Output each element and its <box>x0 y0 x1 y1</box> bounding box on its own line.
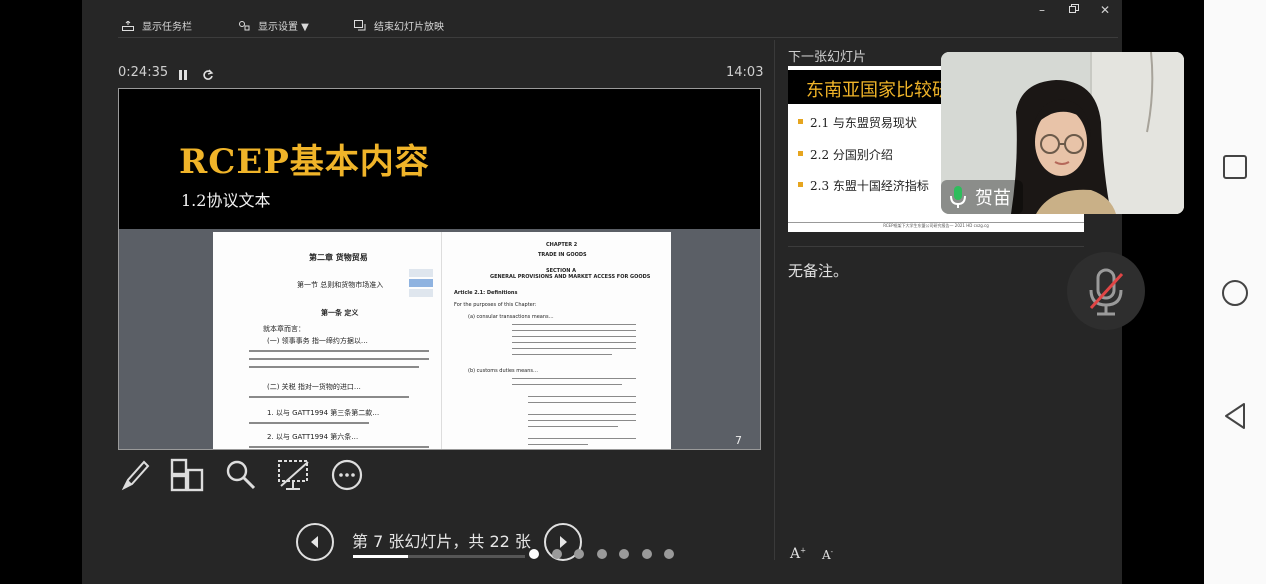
speaker-notes: 无备注。 <box>788 262 849 280</box>
slide-number: 7 <box>735 434 742 447</box>
minimize-button[interactable]: – <box>1034 3 1050 17</box>
grid-icon[interactable] <box>170 458 204 496</box>
next-slide-bullet: 2.3 东盟十国经济指标 <box>798 179 929 193</box>
close-button[interactable]: ✕ <box>1097 3 1113 17</box>
magnifier-icon[interactable] <box>224 458 258 496</box>
restore-icon <box>1069 4 1079 13</box>
more-icon[interactable] <box>330 458 364 496</box>
recent-apps-icon[interactable] <box>1222 154 1248 184</box>
show-taskbar-label: 显示任务栏 <box>142 22 192 33</box>
doc-section-title-en: GENERAL PROVISIONS AND MARKET ACCESS FOR… <box>490 274 651 280</box>
doc-chapter-zh: 第二章 货物贸易 <box>309 253 368 262</box>
doc-intro-en: For the purposes of this Chapter: <box>454 302 537 308</box>
display-settings-button[interactable]: 显示设置 ▼ <box>238 18 309 33</box>
home-icon[interactable] <box>1221 279 1249 311</box>
doc-article-zh: 第一条 定义 <box>321 309 359 317</box>
slide-progress-fill <box>353 555 409 558</box>
panel-divider <box>774 40 775 560</box>
pen-icon[interactable] <box>120 458 150 496</box>
page-dot[interactable] <box>664 549 674 559</box>
doc-mini-toolbar <box>409 269 433 299</box>
notes-divider <box>788 246 1084 247</box>
previous-slide-button[interactable] <box>296 523 334 561</box>
doc-item-a-en: (a) consular transactions means… <box>468 314 554 320</box>
page-dot[interactable] <box>529 549 539 559</box>
doc-article-en: Article 2.1: Definitions <box>454 290 518 296</box>
screen-slash-icon[interactable] <box>276 458 312 496</box>
current-time: 14:03 <box>726 65 764 80</box>
end-show-icon <box>354 20 366 31</box>
doc-item3-zh: 1. 以与 GATT1994 第三条第二款… <box>267 409 380 417</box>
doc-item1-zh: (一) 领事事务 指一缔约方据以… <box>267 337 368 345</box>
slide-progress-bar <box>353 555 525 558</box>
next-slide-bullet: 2.2 分国别介绍 <box>798 148 893 162</box>
document-page-chinese: 第二章 货物贸易 第一节 总则和货物市场准入 第一条 定义 就本章而言： (一)… <box>213 232 441 449</box>
next-slide-bullet: 2.1 与东盟贸易现状 <box>798 116 917 130</box>
doc-item-b-en: (b) customs duties means… <box>468 368 539 374</box>
next-slide-label: 下一张幻灯片 <box>788 50 867 65</box>
taskbar-icon <box>122 20 134 31</box>
mute-microphone-button[interactable] <box>1067 252 1145 330</box>
slide-document-image: 第二章 货物贸易 第一节 总则和货物市场准入 第一条 定义 就本章而言： (一)… <box>119 229 760 449</box>
document-page-english: CHAPTER 2 TRADE IN GOODS SECTION A GENER… <box>441 232 671 449</box>
doc-chapter-en: CHAPTER 2 <box>546 242 578 248</box>
end-slideshow-button[interactable]: 结束幻灯片放映 <box>354 18 444 33</box>
doc-item4-zh: 2. 以与 GATT1994 第六条… <box>267 433 359 441</box>
microphone-muted-icon <box>1089 268 1124 316</box>
left-letterbox <box>0 0 82 584</box>
settings-icon <box>238 20 250 31</box>
pause-timer-icon[interactable] <box>178 66 188 85</box>
restore-button[interactable] <box>1066 4 1082 17</box>
page-dot[interactable] <box>619 549 629 559</box>
slide-counter: 第 7 张幻灯片，共 22 张 <box>352 532 531 551</box>
page-dot[interactable] <box>551 549 562 559</box>
elapsed-timer: 0:24:35 <box>118 65 169 80</box>
doc-intro-zh: 就本章而言： <box>263 325 305 333</box>
android-navigation-bar <box>1204 0 1266 584</box>
participant-name: 贺苗 <box>975 188 1011 209</box>
restart-timer-icon[interactable] <box>202 66 214 85</box>
slide-subtitle: 1.2协议文本 <box>181 191 271 210</box>
show-taskbar-button[interactable]: 显示任务栏 <box>122 18 192 33</box>
decrease-font-button[interactable]: A- <box>822 548 833 562</box>
participant-video[interactable]: 贺苗 <box>941 52 1184 214</box>
next-slide-footer: RCEP框架下大学生东盟公司研究报告— 2021 HD cxzg.cg <box>788 222 1084 232</box>
back-icon[interactable] <box>1222 402 1248 434</box>
doc-item2-zh: (二) 关税 指对一货物的进口… <box>267 383 361 391</box>
chevron-right-icon <box>560 536 567 548</box>
chevron-left-icon <box>311 536 318 548</box>
current-slide[interactable]: RCEP基本内容 1.2协议文本 第二章 货物贸易 第一节 总则和货物市场准入 … <box>118 88 761 450</box>
page-dot[interactable] <box>596 549 607 559</box>
microphone-icon <box>949 185 967 213</box>
display-settings-label: 显示设置 ▼ <box>258 22 309 33</box>
toolbar-divider <box>118 37 1118 38</box>
page-dot[interactable] <box>574 549 584 559</box>
increase-font-button[interactable]: A+ <box>790 546 806 562</box>
doc-section-zh: 第一节 总则和货物市场准入 <box>297 281 384 289</box>
end-slideshow-label: 结束幻灯片放映 <box>374 22 444 33</box>
presenter-toolbar: 显示任务栏 显示设置 ▼ 结束幻灯片放映 – ✕ <box>82 0 1122 40</box>
slide-title: RCEP基本内容 <box>179 142 430 182</box>
page-dot[interactable] <box>641 549 652 559</box>
doc-chapter-title-en: TRADE IN GOODS <box>538 252 587 258</box>
